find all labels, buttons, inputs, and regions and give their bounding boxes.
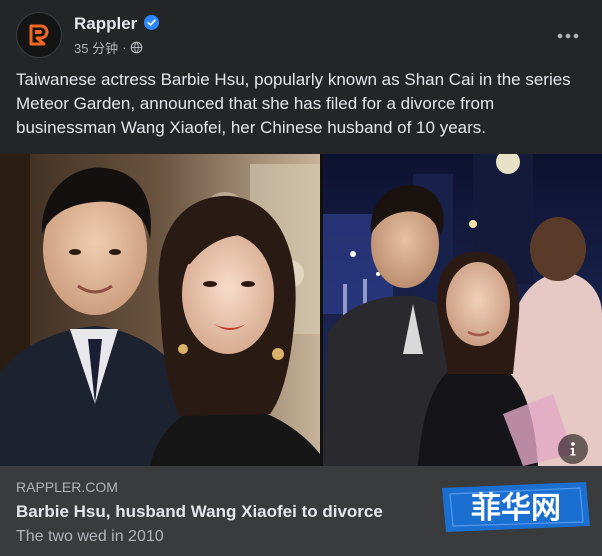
page-avatar[interactable] — [16, 12, 62, 58]
post-body-text: Taiwanese actress Barbie Hsu, popularly … — [16, 70, 571, 137]
more-options-button[interactable] — [550, 18, 586, 54]
info-button[interactable] — [558, 434, 588, 464]
verified-badge-icon — [144, 15, 159, 30]
photo-right-couple-night — [323, 154, 602, 466]
link-subtitle: The two wed in 2010 — [16, 528, 164, 545]
watermark-text: 菲华网 — [471, 491, 561, 526]
facebook-post: Rappler 35 分钟 · Taiwanese actress Barbie… — [0, 0, 602, 556]
photo-left-couple-indoor — [0, 154, 320, 466]
info-icon — [570, 442, 576, 456]
more-options-icon — [557, 33, 579, 39]
watermark-logo: 菲华网 — [442, 482, 590, 532]
post-meta: 35 分钟 · — [74, 38, 143, 57]
post-header: Rappler 35 分钟 · — [16, 10, 586, 60]
post-timestamp[interactable]: 35 分钟 — [74, 38, 118, 57]
rappler-logo-icon — [29, 24, 49, 46]
post-photo[interactable] — [0, 154, 602, 466]
globe-icon[interactable] — [130, 41, 143, 54]
link-title[interactable]: Barbie Hsu, husband Wang Xiaofei to divo… — [16, 502, 383, 522]
link-domain: RAPPLER.COM — [16, 479, 118, 495]
page-name[interactable]: Rappler — [74, 14, 137, 34]
meta-separator: · — [122, 40, 127, 55]
